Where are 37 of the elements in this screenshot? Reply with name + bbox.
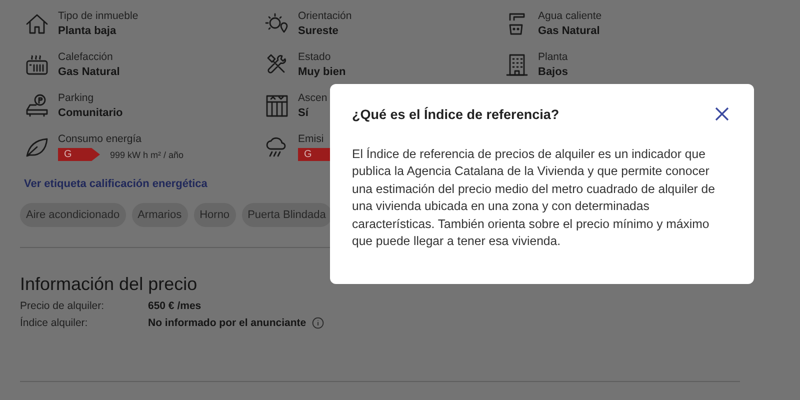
feature-value: Comunitario bbox=[58, 107, 123, 119]
feature-tag: Horno bbox=[194, 203, 236, 227]
feature-value: Gas Natural bbox=[58, 66, 120, 78]
price-value: 650 € /mes bbox=[148, 300, 202, 312]
dialog-title: ¿Qué es el Índice de referencia? bbox=[352, 106, 560, 122]
feature-value: Planta baja bbox=[58, 25, 118, 37]
feature-label: Tipo de inmueble bbox=[58, 10, 138, 22]
price-label: Precio de alquiler: bbox=[20, 300, 106, 312]
close-button[interactable] bbox=[714, 106, 730, 122]
price-value: No informado por el anunciante bbox=[148, 317, 306, 329]
energy-rating-badge: G bbox=[58, 148, 100, 161]
feature-label: Calefacción bbox=[58, 51, 114, 63]
feature-label: Ascen bbox=[298, 92, 328, 104]
car-parking-icon bbox=[24, 93, 50, 119]
feature-value: Gas Natural bbox=[538, 25, 601, 37]
elevator-icon bbox=[264, 93, 290, 119]
feature-tag: Armarios bbox=[132, 203, 188, 227]
building-icon bbox=[504, 52, 530, 78]
section-title: Información del precio bbox=[20, 274, 198, 295]
feature-label: Planta bbox=[538, 51, 568, 63]
feature-value: Bajos bbox=[538, 66, 568, 78]
feature-value: Sí bbox=[298, 107, 310, 119]
feature-label: Estado bbox=[298, 51, 332, 63]
feature-tag: Puerta Blindada bbox=[242, 203, 332, 227]
feature-tag: Aire acondicionado bbox=[20, 203, 126, 227]
feature-value: Sureste bbox=[298, 25, 340, 37]
dialog-text: El Índice de referencia de precios de alquiler es un indicador que publica la Agencia Catalana de la Vivienda y que permite conocer una estimación del precio medio del metro cuadrado de alquiler de una vivienda ubicada en una zona y con determinadas características. También orienta sobre el precio mínimo y máximo que puede llegar a tener esa vivienda. bbox=[352, 146, 716, 250]
info-icon[interactable] bbox=[312, 317, 324, 329]
energy-label-link[interactable]: Ver etiqueta calificación energética bbox=[24, 178, 208, 190]
feature-label: Orientación bbox=[298, 10, 352, 22]
feature-label: Agua caliente bbox=[538, 10, 602, 22]
feature-label: Consumo energía bbox=[58, 133, 142, 145]
feature-label: Emisi bbox=[298, 133, 325, 145]
price-label: Índice alquiler: bbox=[20, 317, 89, 329]
energy-reading: 999 kW h m² / año bbox=[110, 150, 184, 160]
feature-label: Parking bbox=[58, 92, 95, 104]
feature-value: Muy bien bbox=[298, 66, 346, 78]
